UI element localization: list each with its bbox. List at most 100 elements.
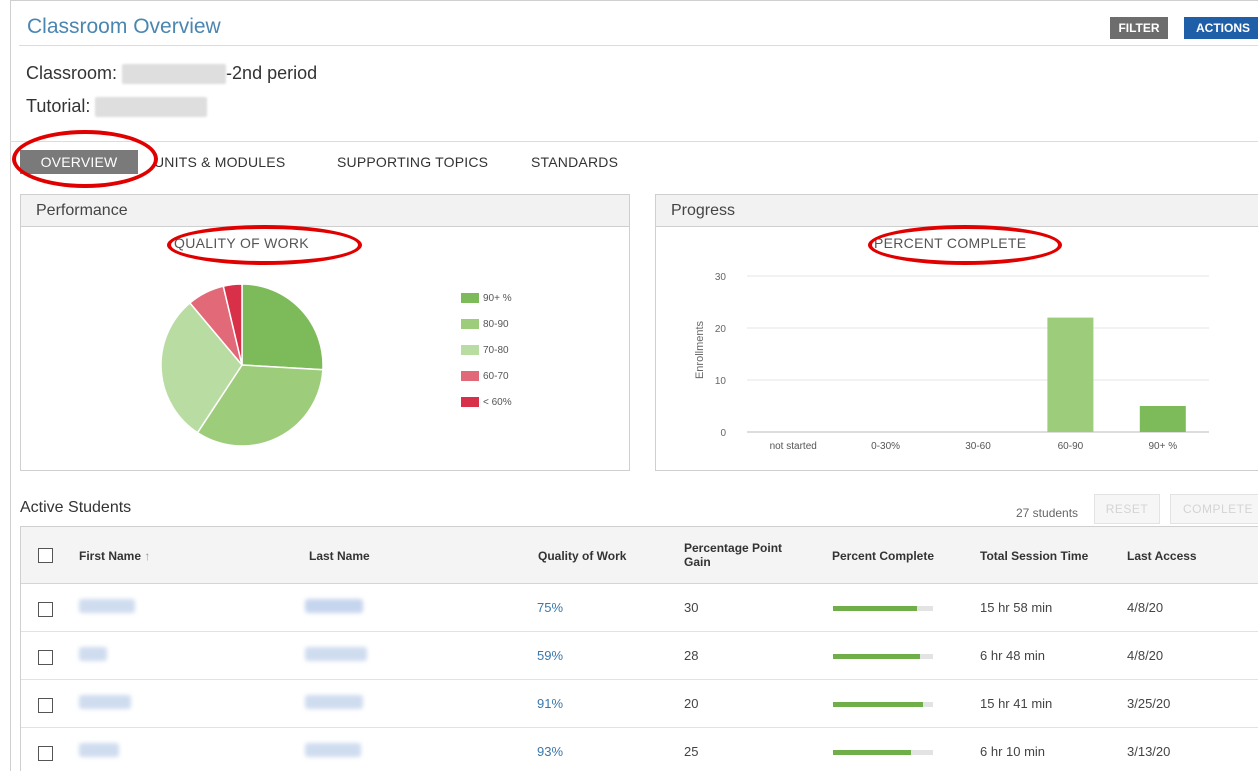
reset-button[interactable]: RESET (1094, 494, 1160, 524)
legend-label: 70-80 (483, 344, 509, 356)
quality-link[interactable]: 59% (537, 648, 563, 663)
header-divider (19, 45, 1258, 46)
row-checkbox[interactable] (38, 746, 53, 761)
y-tick-label: 10 (715, 376, 727, 387)
column-percentage-point-gain[interactable]: Percentage Point Gain (684, 541, 782, 569)
percent-complete-fill (833, 702, 923, 707)
legend-label: 80-90 (483, 318, 509, 330)
last-name-redacted[interactable] (305, 743, 361, 757)
quality-legend: 90+ % 80-90 70-80 60-70 < 60% (461, 285, 512, 415)
percent-complete-bar (833, 606, 933, 611)
table-row[interactable]: 91% 20 15 hr 41 min 3/25/20 (21, 680, 1258, 728)
column-percent-complete[interactable]: Percent Complete (832, 549, 934, 563)
table-row[interactable]: 75% 30 15 hr 58 min 4/8/20 (21, 584, 1258, 632)
row-checkbox[interactable] (38, 698, 53, 713)
students-table: First Name ↑ Last Name Quality of Work P… (20, 526, 1258, 771)
tab-overview[interactable]: OVERVIEW (20, 150, 138, 174)
legend-label: 90+ % (483, 292, 512, 304)
quality-link[interactable]: 93% (537, 744, 563, 759)
legend-swatch (461, 345, 479, 355)
classroom-suffix: -2nd period (226, 63, 318, 83)
progress-panel: Progress PERCENT COMPLETE 0 10 20 30 Enrollm… (655, 194, 1258, 471)
percent-complete-fill (833, 750, 911, 755)
legend-item: < 60% (461, 389, 512, 415)
first-name-redacted[interactable] (79, 599, 135, 613)
session-time: 6 hr 48 min (980, 648, 1046, 663)
y-axis-label: Enrollments (694, 320, 706, 379)
session-time: 6 hr 10 min (980, 744, 1046, 759)
legend-swatch (461, 397, 479, 407)
y-tick-label: 0 (720, 428, 726, 439)
column-quality-of-work[interactable]: Quality of Work (538, 549, 626, 563)
column-first-name[interactable]: First Name ↑ (79, 549, 150, 563)
column-last-access[interactable]: Last Access (1127, 549, 1197, 563)
gain-value: 28 (684, 648, 699, 663)
table-row[interactable]: 59% 28 6 hr 48 min 4/8/20 (21, 632, 1258, 680)
row-checkbox[interactable] (38, 650, 53, 665)
column-first-name-label: First Name (79, 549, 142, 563)
classroom-info: Classroom: -2nd period (26, 63, 318, 85)
column-gain-line2: Gain (684, 555, 711, 569)
tutorial-info: Tutorial: (26, 96, 208, 118)
progress-panel-title: Progress (656, 195, 1258, 227)
legend-item: 60-70 (461, 363, 512, 389)
percent-complete-bar (833, 702, 933, 707)
last-access: 3/13/20 (1127, 744, 1171, 759)
sort-ascending-icon: ↑ (144, 549, 151, 563)
session-time: 15 hr 58 min (980, 600, 1053, 615)
x-tick-label: 30-60 (965, 441, 991, 452)
classroom-label: Classroom: (26, 63, 118, 83)
performance-panel: Performance QUALITY OF WORK 90+ % 80-90 … (20, 194, 630, 471)
first-name-redacted[interactable] (79, 743, 119, 757)
x-tick-label: 60-90 (1058, 441, 1084, 452)
row-checkbox[interactable] (38, 602, 53, 617)
classroom-name-redacted (122, 64, 227, 85)
session-time: 15 hr 41 min (980, 696, 1053, 711)
legend-label: 60-70 (483, 370, 509, 382)
tab-supporting-topics[interactable]: SUPPORTING TOPICS (337, 150, 488, 174)
column-total-session-time[interactable]: Total Session Time (980, 549, 1088, 563)
tabs-divider (10, 141, 1258, 142)
legend-label: < 60% (483, 396, 512, 408)
bar (1047, 317, 1094, 432)
tab-standards[interactable]: STANDARDS (531, 150, 618, 174)
y-tick-label: 20 (715, 324, 727, 335)
last-name-redacted[interactable] (305, 647, 367, 661)
table-row[interactable]: 93% 25 6 hr 10 min 3/13/20 (21, 728, 1258, 771)
legend-item: 90+ % (461, 285, 512, 311)
first-name-redacted[interactable] (79, 695, 131, 709)
percent-complete-bar-chart: 0 10 20 30 Enrollments not started 0-30% 30-60 6… (694, 272, 1209, 452)
performance-panel-title: Performance (21, 195, 629, 227)
legend-swatch (461, 293, 479, 303)
quality-link[interactable]: 91% (537, 696, 563, 711)
first-name-redacted[interactable] (79, 647, 107, 661)
x-tick-label: not started (770, 441, 817, 452)
last-name-redacted[interactable] (305, 599, 363, 613)
quality-link[interactable]: 75% (537, 600, 563, 615)
pie-slice (241, 283, 324, 371)
x-tick-label: 0-30% (871, 441, 900, 452)
student-count: 27 students (1016, 506, 1079, 520)
filter-button[interactable]: FILTER (1110, 17, 1168, 39)
actions-button[interactable]: ACTIONS (1184, 17, 1258, 39)
legend-item: 70-80 (461, 337, 512, 363)
gain-value: 30 (684, 600, 699, 615)
percent-complete-fill (833, 606, 917, 611)
complete-button[interactable]: COMPLETE (1170, 494, 1258, 524)
tutorial-label: Tutorial: (26, 96, 91, 116)
tab-units-modules[interactable]: UNITS & MODULES (154, 150, 285, 174)
page-title: Classroom Overview (27, 15, 221, 38)
last-access: 4/8/20 (1127, 600, 1164, 615)
last-name-redacted[interactable] (305, 695, 363, 709)
column-last-name[interactable]: Last Name (309, 549, 370, 563)
gain-value: 20 (684, 696, 699, 711)
bar (1139, 406, 1186, 432)
legend-swatch (461, 371, 479, 381)
select-all-checkbox[interactable] (38, 548, 53, 563)
percent-complete-bar (833, 654, 933, 659)
quality-pie-chart (160, 283, 324, 447)
column-gain-line1: Percentage Point (684, 541, 783, 555)
legend-swatch (461, 319, 479, 329)
legend-item: 80-90 (461, 311, 512, 337)
tutorial-name-redacted (95, 97, 208, 118)
